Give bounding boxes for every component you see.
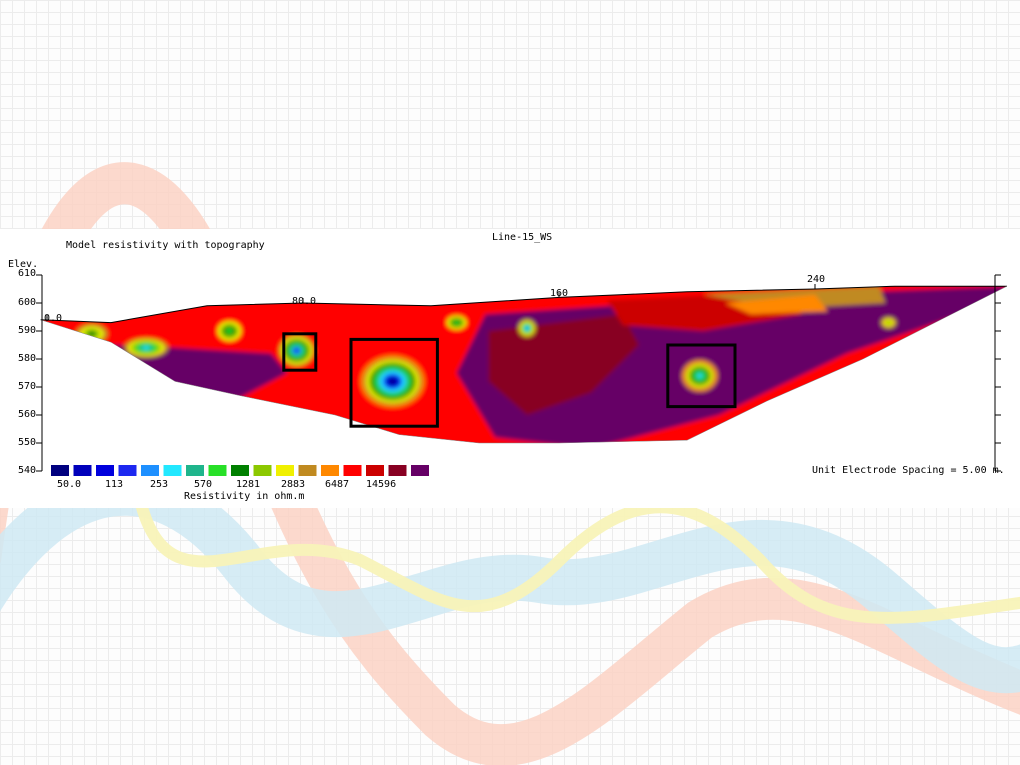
colorbar-swatch [253, 465, 272, 476]
colorbar-swatch [231, 465, 249, 476]
y-tick-label: 590 [18, 325, 37, 336]
resistivity-figure: Line-15_WS Model resistivity with topogr… [0, 229, 1020, 508]
resistivity-contour [697, 373, 703, 378]
colorbar-swatch [298, 465, 317, 476]
colorbar-label: 1281 [236, 479, 261, 490]
y-tick-label: 610 [18, 268, 37, 279]
y-tick-label: 560 [18, 409, 37, 420]
x-tick-label: 240 [807, 274, 826, 285]
y-tick-label: 570 [18, 381, 37, 392]
colorbar-swatch [411, 465, 429, 476]
colorbar-swatch [366, 465, 384, 476]
x-tick-label: 160 [550, 288, 569, 299]
colorbar-swatch [51, 465, 69, 476]
colorbar-label: 6487 [325, 479, 350, 490]
colorbar-swatch [73, 465, 92, 476]
chart-subtitle: Model resistivity with topography [66, 240, 265, 251]
colorbar-swatch [388, 465, 407, 476]
colorbar-swatch [186, 465, 204, 476]
chart-title: Line-15_WS [492, 232, 553, 243]
colorbar-label: 50.0 [57, 479, 82, 490]
colorbar-label: 14596 [366, 479, 397, 490]
colorbar-label: 253 [150, 479, 169, 490]
x-tick-label: 0.0 [44, 313, 63, 324]
resistivity-contour [142, 346, 150, 350]
colorbar-label: 570 [194, 479, 213, 490]
electrode-spacing-note: Unit Electrode Spacing = 5.00 m. [812, 465, 1005, 476]
resistivity-contour [389, 379, 396, 384]
x-tick-label: 80.0 [292, 296, 317, 307]
colorbar-swatch [343, 465, 362, 476]
resistivity-contour [454, 320, 460, 325]
y-tick-label: 600 [18, 297, 37, 308]
colorbar-swatch [276, 465, 294, 476]
colorbar-label: 113 [105, 479, 124, 490]
colorbar-label: 2883 [281, 479, 306, 490]
resistivity-contour [294, 348, 299, 353]
resistivity-contour [87, 331, 96, 337]
colorbar-swatch [208, 465, 227, 476]
colorbar-swatch [96, 465, 114, 476]
colorbar-title: Resistivity in ohm.m [184, 491, 305, 502]
y-tick-label: 540 [18, 465, 37, 476]
colorbar-swatch [321, 465, 339, 476]
colorbar-swatch [141, 465, 159, 476]
resistivity-contour [885, 320, 892, 325]
resistivity-section [40, 286, 1008, 444]
resistivity-contour [525, 326, 529, 330]
resistivity-contour [226, 328, 233, 334]
y-tick-label: 550 [18, 437, 37, 448]
y-tick-label: 580 [18, 353, 37, 364]
colorbar-swatch [163, 465, 182, 476]
colorbar-swatch [118, 465, 137, 476]
